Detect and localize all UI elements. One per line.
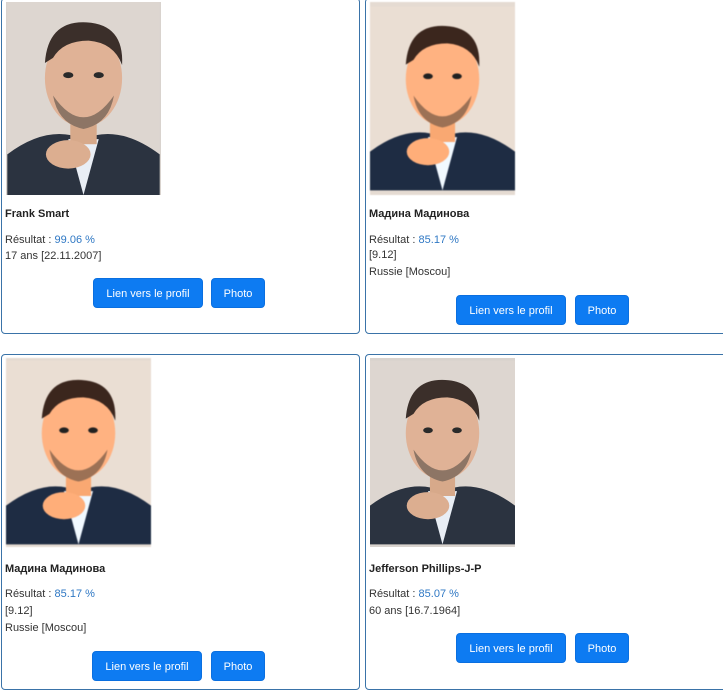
portrait-image <box>6 358 151 547</box>
result-line: Résultat : 85.17 % <box>369 233 459 247</box>
person-name: Мадина Мадинова <box>369 208 470 220</box>
result-card: Мадина Мадинова Résultat : 85.17 % [9.12… <box>365 0 723 334</box>
result-label: Résultat : <box>369 588 419 600</box>
location-line: Russie [Moscou] <box>369 266 451 278</box>
photo-button[interactable]: Photo <box>211 651 265 681</box>
profile-link-button[interactable]: Lien vers le profil <box>456 295 566 325</box>
detail-line: [9.12] <box>5 605 33 617</box>
profile-link-button[interactable]: Lien vers le profil <box>456 633 566 663</box>
result-card: Frank Smart Résultat : 99.06 % 17 ans [2… <box>1 0 360 334</box>
profile-photo <box>6 358 151 547</box>
detail-line: [9.12] <box>369 249 397 261</box>
person-name: Jefferson Phillips-J-P <box>369 563 482 575</box>
result-label: Résultat : <box>5 234 55 246</box>
portrait-image <box>370 2 515 195</box>
result-value: 85.17 % <box>418 234 459 246</box>
result-value: 85.17 % <box>54 588 95 600</box>
profile-link-button[interactable]: Lien vers le profil <box>92 651 202 681</box>
result-card: Мадина Мадинова Résultat : 85.17 % [9.12… <box>1 354 360 690</box>
profile-photo <box>370 358 515 547</box>
profile-photo <box>6 2 161 195</box>
result-value: 85.07 % <box>418 588 459 600</box>
result-card: Jefferson Phillips-J-P Résultat : 85.07 … <box>365 354 723 690</box>
location-line: Russie [Moscou] <box>5 622 87 634</box>
portrait-image <box>370 358 515 547</box>
portrait-image <box>6 2 161 195</box>
detail-line: 17 ans [22.11.2007] <box>5 250 102 262</box>
photo-button[interactable]: Photo <box>211 278 265 308</box>
photo-button[interactable]: Photo <box>575 633 629 663</box>
result-label: Résultat : <box>5 588 55 600</box>
profile-photo <box>370 2 515 195</box>
result-line: Résultat : 85.07 % <box>369 587 459 601</box>
result-value: 99.06 % <box>54 234 95 246</box>
person-name: Мадина Мадинова <box>5 563 106 575</box>
detail-line: 60 ans [16.7.1964] <box>369 605 461 617</box>
result-line: Résultat : 85.17 % <box>5 587 95 601</box>
profile-link-button[interactable]: Lien vers le profil <box>93 278 203 308</box>
result-label: Résultat : <box>369 234 419 246</box>
result-line: Résultat : 99.06 % <box>5 233 95 247</box>
person-name: Frank Smart <box>5 208 70 220</box>
photo-button[interactable]: Photo <box>575 295 629 325</box>
